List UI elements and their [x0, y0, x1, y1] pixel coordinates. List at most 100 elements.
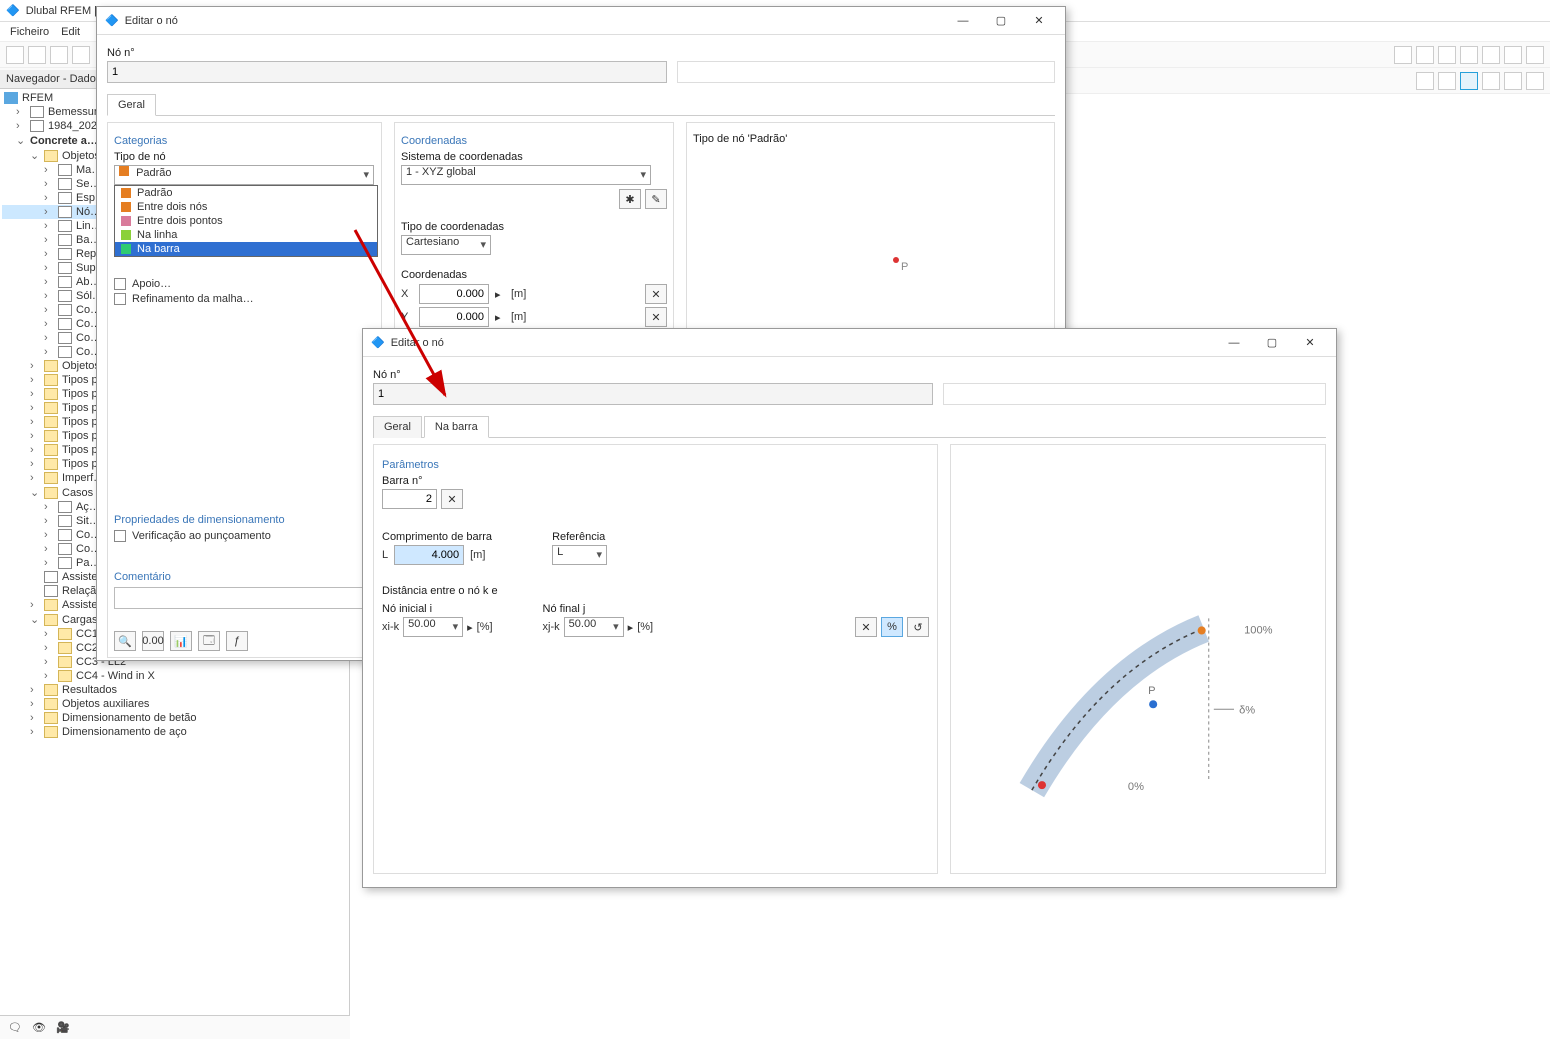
close-button[interactable]: ✕: [1292, 332, 1328, 354]
toolbar-icon[interactable]: [1504, 72, 1522, 90]
tree-toggle[interactable]: ⌄: [16, 134, 26, 147]
length-input[interactable]: [394, 545, 464, 565]
tab-na-barra[interactable]: Na barra: [424, 416, 489, 438]
tree-toggle[interactable]: ›: [44, 515, 54, 527]
toolbar-icon[interactable]: [1438, 72, 1456, 90]
tree-toggle[interactable]: ›: [44, 234, 54, 246]
xik-input[interactable]: 50.00: [403, 617, 463, 637]
tree-toggle[interactable]: ›: [30, 416, 40, 428]
comentario-input[interactable]: [114, 587, 375, 609]
tree-toggle[interactable]: ›: [30, 430, 40, 442]
toolbar-icon[interactable]: [1482, 72, 1500, 90]
minimize-button[interactable]: —: [945, 10, 981, 32]
tree-toggle[interactable]: ›: [44, 332, 54, 344]
menu-edit[interactable]: Edit: [61, 26, 80, 38]
tree-toggle[interactable]: ›: [44, 192, 54, 204]
no-number-input-2[interactable]: [373, 383, 933, 405]
maximize-button[interactable]: ▢: [1254, 332, 1290, 354]
toolbar-icon[interactable]: [1526, 46, 1544, 64]
pick-member-button[interactable]: ✕: [441, 489, 463, 509]
toolbar-icon[interactable]: [1416, 46, 1434, 64]
tree-toggle[interactable]: ⌄: [30, 613, 40, 626]
toolbar-icon[interactable]: [1416, 72, 1434, 90]
tipo-no-select[interactable]: Padrão: [114, 165, 374, 185]
tree-item[interactable]: Dimensionamento de betão: [62, 712, 197, 724]
maximize-button[interactable]: ▢: [983, 10, 1019, 32]
footer-btn[interactable]: ƒ: [226, 631, 248, 651]
tree-toggle[interactable]: ›: [30, 712, 40, 724]
tree-toggle[interactable]: ›: [44, 262, 54, 274]
apoio-checkbox[interactable]: [114, 278, 126, 290]
footer-btn[interactable]: 📊: [170, 631, 192, 651]
tree-toggle[interactable]: ›: [30, 684, 40, 696]
toolbar-icon[interactable]: [28, 46, 46, 64]
tree-toggle[interactable]: ›: [44, 642, 54, 654]
tree-item[interactable]: Dimensionamento de aço: [62, 726, 187, 738]
referencia-select[interactable]: L: [552, 545, 607, 565]
tree-toggle[interactable]: ›: [30, 360, 40, 372]
dropdown-item[interactable]: Padrão: [115, 186, 377, 200]
status-icon[interactable]: 🗨: [8, 1021, 22, 1034]
dropdown-item[interactable]: Entre dois nós: [115, 200, 377, 214]
footer-btn[interactable]: 0.00: [142, 631, 164, 651]
percent-button[interactable]: %: [881, 617, 903, 637]
footer-btn[interactable]: 🗔: [198, 631, 220, 651]
tab-geral[interactable]: Geral: [107, 94, 156, 116]
dropdown-item[interactable]: Na barra: [115, 242, 377, 256]
tree-item[interactable]: Concrete a…: [30, 135, 98, 147]
tree-toggle[interactable]: ›: [44, 557, 54, 569]
tree-toggle[interactable]: ›: [44, 304, 54, 316]
refmalha-checkbox[interactable]: [114, 293, 126, 305]
dropdown-item[interactable]: Entre dois pontos: [115, 214, 377, 228]
tree-item[interactable]: CC4 - Wind in X: [76, 670, 155, 682]
tree-toggle[interactable]: ›: [30, 698, 40, 710]
edit-cs-button[interactable]: ✎: [645, 189, 667, 209]
tree-toggle[interactable]: ›: [44, 346, 54, 358]
toolbar-icon[interactable]: [72, 46, 90, 64]
undo-button[interactable]: ↺: [907, 617, 929, 637]
tree-toggle[interactable]: ›: [44, 529, 54, 541]
tree-objetos[interactable]: Objetos: [62, 150, 100, 162]
tree-toggle[interactable]: ›: [44, 290, 54, 302]
tree-toggle[interactable]: ›: [44, 220, 54, 232]
tree-toggle[interactable]: ›: [44, 206, 54, 218]
tab-geral-2[interactable]: Geral: [373, 416, 422, 438]
tree-toggle[interactable]: ›: [30, 458, 40, 470]
tree-root[interactable]: RFEM: [22, 92, 53, 104]
tree-toggle[interactable]: ›: [44, 178, 54, 190]
xjk-input[interactable]: 50.00: [564, 617, 624, 637]
menu-file[interactable]: Ficheiro: [10, 26, 49, 38]
barra-no-input[interactable]: [382, 489, 437, 509]
eye-icon[interactable]: 👁: [32, 1021, 46, 1034]
tree-toggle[interactable]: ›: [16, 106, 26, 118]
tree-toggle[interactable]: ›: [44, 628, 54, 640]
dropdown-item[interactable]: Na linha: [115, 228, 377, 242]
tree-toggle[interactable]: ›: [44, 543, 54, 555]
pick-y-button[interactable]: ✕: [645, 307, 667, 327]
tree-toggle[interactable]: ›: [30, 374, 40, 386]
tree-toggle[interactable]: ›: [30, 388, 40, 400]
tree-toggle[interactable]: ›: [30, 599, 40, 611]
tree-item[interactable]: Cargas: [62, 614, 97, 626]
tree-toggle[interactable]: ›: [30, 444, 40, 456]
toolbar-icon[interactable]: [1438, 46, 1456, 64]
toolbar-icon[interactable]: [1394, 46, 1412, 64]
coord-x-input[interactable]: [419, 284, 489, 304]
tipo-coord-select[interactable]: Cartesiano: [401, 235, 491, 255]
tree-toggle[interactable]: ⌄: [30, 149, 40, 162]
toolbar-icon[interactable]: [1526, 72, 1544, 90]
toolbar-icon[interactable]: [1504, 46, 1522, 64]
tree-item[interactable]: Resultados: [62, 684, 117, 696]
toolbar-icon[interactable]: [1460, 46, 1478, 64]
minimize-button[interactable]: —: [1216, 332, 1252, 354]
coord-y-input[interactable]: [419, 307, 489, 327]
tree-toggle[interactable]: ›: [44, 318, 54, 330]
camera-icon[interactable]: 🎥: [56, 1021, 70, 1034]
footer-btn[interactable]: 🔍: [114, 631, 136, 651]
toolbar-icon[interactable]: [50, 46, 68, 64]
new-cs-button[interactable]: ✱: [619, 189, 641, 209]
tree-toggle[interactable]: ›: [30, 402, 40, 414]
tree-toggle[interactable]: ⌄: [30, 486, 40, 499]
tree-toggle[interactable]: ›: [44, 656, 54, 668]
pick-x-button[interactable]: ✕: [645, 284, 667, 304]
